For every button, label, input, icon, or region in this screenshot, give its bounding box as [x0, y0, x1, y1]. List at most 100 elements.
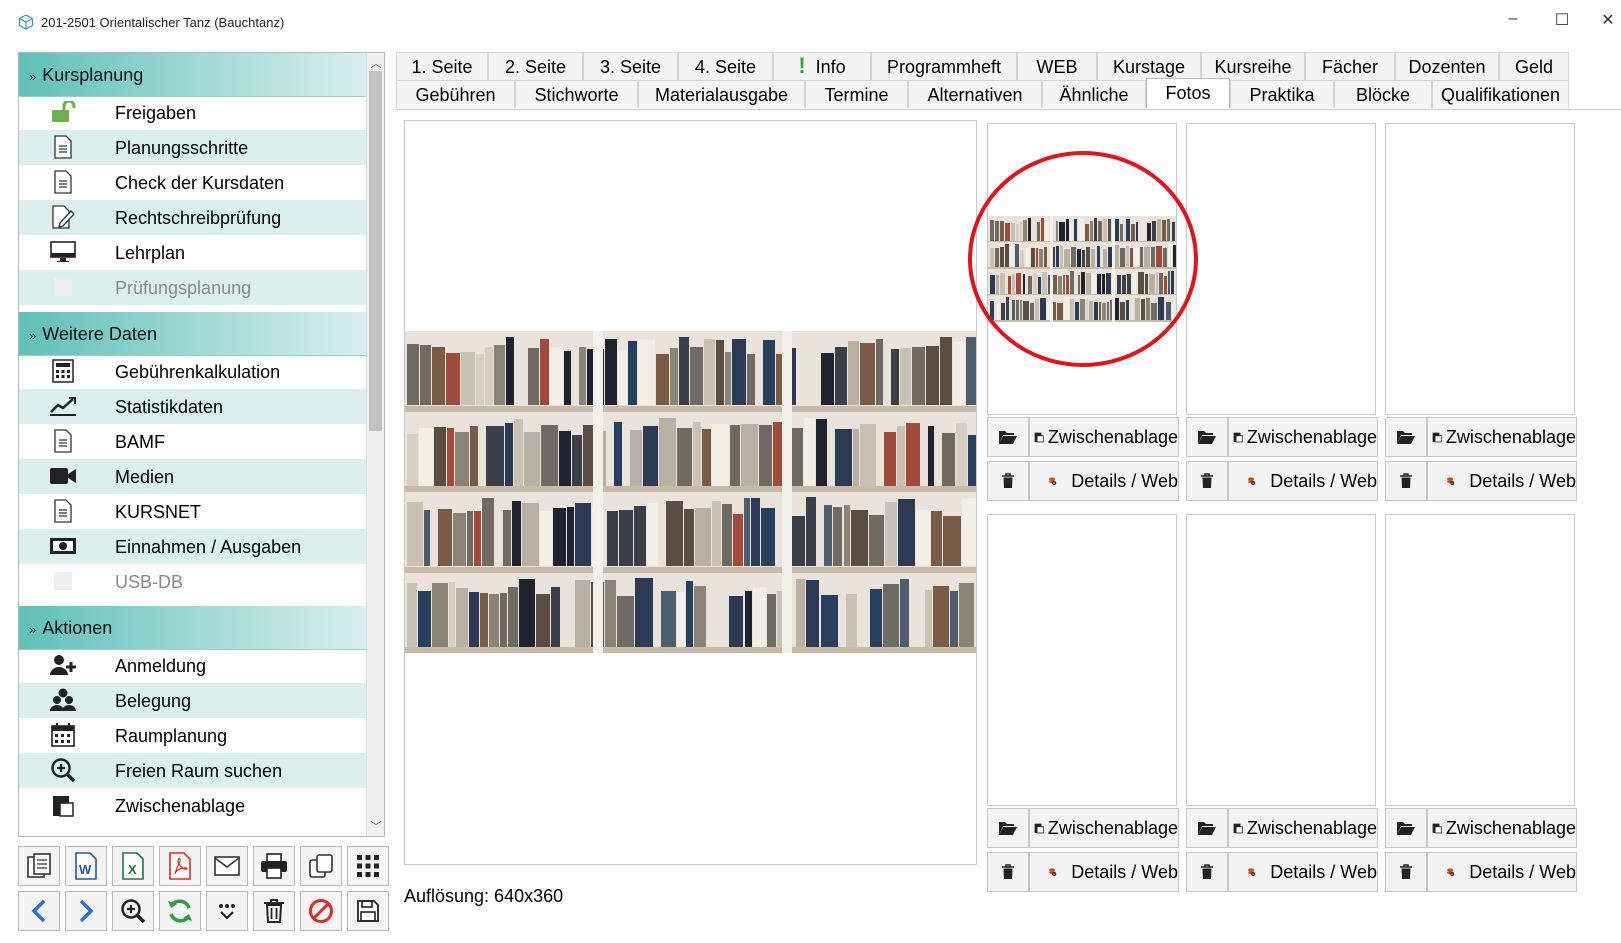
delete-photo-button[interactable]: [987, 852, 1029, 892]
tab-qualifikationen[interactable]: Qualifikationen: [1432, 80, 1569, 108]
details-web-button[interactable]: Details / Web: [1029, 852, 1179, 892]
copy-button[interactable]: [18, 846, 60, 886]
details-web-button[interactable]: Details / Web: [1029, 461, 1179, 501]
sidebar-item-usb-db[interactable]: USB-DB: [19, 564, 367, 599]
tab-seite-2[interactable]: 2. Seite: [488, 52, 583, 80]
sidebar-item-gebuehrenkalkulation[interactable]: Gebührenkalkulation: [19, 354, 367, 389]
tab-geld[interactable]: Geld: [1499, 52, 1569, 80]
close-button[interactable]: ✕: [1598, 10, 1618, 30]
open-folder-button[interactable]: [987, 808, 1029, 848]
tab-gebuehren[interactable]: Gebühren: [396, 80, 515, 108]
clipboard-button[interactable]: Zwischenablage: [1427, 417, 1577, 457]
section-kursplanung[interactable]: » Kursplanung: [19, 53, 367, 97]
sidebar-item-anmeldung[interactable]: Anmeldung: [19, 648, 367, 683]
folder-open-icon: [1397, 822, 1415, 835]
scroll-down-icon[interactable]: ﹀: [367, 818, 384, 834]
sidebar-item-check-kursdaten[interactable]: Check der Kursdaten: [19, 165, 367, 200]
tab-seite-1[interactable]: 1. Seite: [396, 52, 488, 80]
save-button[interactable]: [347, 891, 389, 931]
section-aktionen[interactable]: » Aktionen: [19, 606, 367, 650]
back-button[interactable]: [18, 891, 60, 931]
details-web-button[interactable]: Details / Web: [1427, 852, 1577, 892]
delete-photo-button[interactable]: [987, 461, 1029, 501]
grid-view-button[interactable]: [347, 846, 389, 886]
pdf-export-button[interactable]: [159, 846, 201, 886]
clipboard-button[interactable]: Zwischenablage: [1427, 808, 1577, 848]
more-button[interactable]: [206, 891, 248, 931]
tab-termine[interactable]: Termine: [805, 80, 908, 108]
details-web-button[interactable]: Details / Web: [1228, 852, 1378, 892]
delete-photo-button[interactable]: [1186, 461, 1228, 501]
photo-thumbnail-slot[interactable]: [1186, 123, 1376, 415]
sidebar-item-freien-raum-suchen[interactable]: Freien Raum suchen: [19, 753, 367, 788]
delete-button[interactable]: [253, 891, 295, 931]
book-spine: [513, 418, 524, 486]
tab-fotos[interactable]: Fotos: [1146, 78, 1230, 108]
open-folder-button[interactable]: [1186, 417, 1228, 457]
tab-dozenten[interactable]: Dozenten: [1395, 52, 1499, 80]
sidebar-item-kursnet[interactable]: KURSNET: [19, 494, 367, 529]
zoom-button[interactable]: [112, 891, 154, 931]
clipboard-button[interactable]: Zwischenablage: [1029, 808, 1179, 848]
sidebar-item-lehrplan[interactable]: Lehrplan: [19, 235, 367, 270]
scroll-up-icon[interactable]: ︿: [367, 55, 384, 71]
open-folder-button[interactable]: [987, 417, 1029, 457]
tab-faecher[interactable]: Fächer: [1305, 52, 1395, 80]
photo-thumbnail-slot[interactable]: [1385, 514, 1575, 806]
details-web-button[interactable]: Details / Web: [1427, 461, 1577, 501]
photo-thumbnail-slot[interactable]: [1385, 123, 1575, 415]
maximize-button[interactable]: ☐: [1552, 10, 1572, 30]
tab-alternativen[interactable]: Alternativen: [908, 80, 1042, 108]
scrollbar-thumb[interactable]: [369, 71, 382, 431]
sidebar-item-einnahmen-ausgaben[interactable]: Einnahmen / Ausgaben: [19, 529, 367, 564]
sidebar-item-freigaben[interactable]: Freigaben: [19, 95, 367, 130]
tab-bloecke[interactable]: Blöcke: [1334, 80, 1432, 108]
word-export-button[interactable]: W: [65, 846, 107, 886]
refresh-button[interactable]: [159, 891, 201, 931]
tab-info[interactable]: ! Info: [773, 52, 871, 80]
tab-seite-4[interactable]: 4. Seite: [678, 52, 773, 80]
unlock-icon: [49, 100, 77, 124]
cancel-button[interactable]: [300, 891, 342, 931]
clipboard-button[interactable]: Zwischenablage: [1029, 417, 1179, 457]
minimize-button[interactable]: –: [1503, 10, 1523, 28]
tab-aehnliche[interactable]: Ähnliche: [1042, 80, 1146, 108]
book-spine: [897, 499, 916, 567]
tab-programmheft[interactable]: Programmheft: [871, 52, 1017, 80]
clipboard-button[interactable]: Zwischenablage: [1228, 808, 1378, 848]
tab-materialausgabe[interactable]: Materialausgabe: [638, 80, 805, 108]
sidebar-item-belegung[interactable]: Belegung: [19, 683, 367, 718]
photo-thumbnail-slot[interactable]: [987, 514, 1177, 806]
sidebar-scrollbar[interactable]: ︿ ﹀: [366, 53, 384, 836]
sidebar-item-rechtschreibpruefung[interactable]: Rechtschreibprüfung: [19, 200, 367, 235]
sidebar-item-bamf[interactable]: BAMF: [19, 424, 367, 459]
tab-stichworte[interactable]: Stichworte: [515, 80, 638, 108]
sidebar-item-medien[interactable]: Medien: [19, 459, 367, 494]
duplicate-button[interactable]: [300, 846, 342, 886]
main-photo-preview[interactable]: [404, 120, 977, 865]
forward-button[interactable]: [65, 891, 107, 931]
tab-seite-3[interactable]: 3. Seite: [583, 52, 678, 80]
excel-export-button[interactable]: X: [112, 846, 154, 886]
open-folder-button[interactable]: [1385, 808, 1427, 848]
tab-kursreihe[interactable]: Kursreihe: [1201, 52, 1305, 80]
photo-thumbnail-slot[interactable]: [1186, 514, 1376, 806]
section-weitere-daten[interactable]: » Weitere Daten: [19, 312, 367, 356]
open-folder-button[interactable]: [1186, 808, 1228, 848]
tab-kurstage[interactable]: Kurstage: [1097, 52, 1201, 80]
clipboard-button[interactable]: Zwischenablage: [1228, 417, 1378, 457]
delete-photo-button[interactable]: [1186, 852, 1228, 892]
tab-web[interactable]: WEB: [1017, 52, 1097, 80]
print-button[interactable]: [253, 846, 295, 886]
delete-photo-button[interactable]: [1385, 852, 1427, 892]
sidebar-item-planungsschritte[interactable]: Planungsschritte: [19, 130, 367, 165]
sidebar-item-raumplanung[interactable]: Raumplanung: [19, 718, 367, 753]
mail-button[interactable]: [206, 846, 248, 886]
delete-photo-button[interactable]: [1385, 461, 1427, 501]
sidebar-item-pruefungsplanung[interactable]: Prüfungsplanung: [19, 270, 367, 305]
tab-praktika[interactable]: Praktika: [1230, 80, 1334, 108]
open-folder-button[interactable]: [1385, 417, 1427, 457]
sidebar-item-statistikdaten[interactable]: Statistikdaten: [19, 389, 367, 424]
sidebar-item-zwischenablage[interactable]: Zwischenablage: [19, 788, 367, 823]
details-web-button[interactable]: Details / Web: [1228, 461, 1378, 501]
